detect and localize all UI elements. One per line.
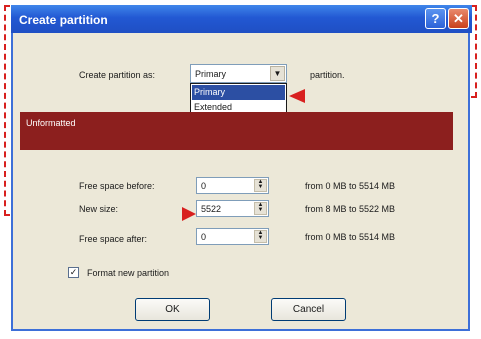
spin-arrows-icon[interactable]: ▲ ▼ [254, 202, 267, 215]
create-partition-dialog: Create partition ? ✕ [11, 5, 472, 331]
help-button[interactable]: ? [425, 8, 446, 29]
annotation-line-left [4, 5, 6, 216]
new-size-value: 5522 [201, 204, 222, 214]
annotation-arrow-new-size [182, 207, 196, 221]
partition-area-label: Unformatted [26, 118, 76, 128]
partition-suffix-label: partition. [310, 70, 345, 80]
free-space-before-range: from 0 MB to 5514 MB [305, 181, 396, 191]
create-as-label: Create partition as: [79, 70, 156, 80]
free-space-before-value: 0 [201, 181, 207, 191]
free-space-after-label: Free space after: [79, 234, 148, 244]
free-space-before-input[interactable]: 0 ▲ ▼ [196, 177, 269, 194]
dropdown-option-primary[interactable]: Primary [192, 85, 285, 100]
new-size-range: from 8 MB to 5522 MB [305, 204, 396, 214]
title-bar[interactable]: Create partition ? ✕ [11, 5, 472, 33]
free-space-after-range: from 0 MB to 5514 MB [305, 232, 396, 242]
new-size-input[interactable]: 5522 ▲ ▼ [196, 200, 269, 217]
ok-button[interactable]: OK [135, 298, 210, 321]
new-size-label: New size: [79, 204, 119, 214]
spin-arrows-icon[interactable]: ▲ ▼ [254, 179, 267, 192]
partition-type-select[interactable]: Primary ▼ [190, 64, 287, 83]
dialog-title: Create partition [19, 13, 108, 27]
free-space-after-input[interactable]: 0 ▲ ▼ [196, 228, 269, 245]
annotation-line-right [475, 5, 477, 98]
free-space-after-value: 0 [201, 232, 207, 242]
format-partition-label: Format new partition [87, 268, 170, 278]
close-button[interactable]: ✕ [448, 8, 469, 29]
chevron-down-icon[interactable]: ▼ [270, 66, 285, 81]
cancel-button[interactable]: Cancel [271, 298, 346, 321]
free-space-before-label: Free space before: [79, 181, 155, 191]
partition-area[interactable]: Unformatted [20, 112, 453, 150]
spin-arrows-icon[interactable]: ▲ ▼ [254, 230, 267, 243]
partition-type-value: Primary [195, 69, 226, 79]
annotation-arrow-dropdown [289, 89, 305, 103]
format-partition-checkbox[interactable]: ✓ [68, 267, 79, 278]
